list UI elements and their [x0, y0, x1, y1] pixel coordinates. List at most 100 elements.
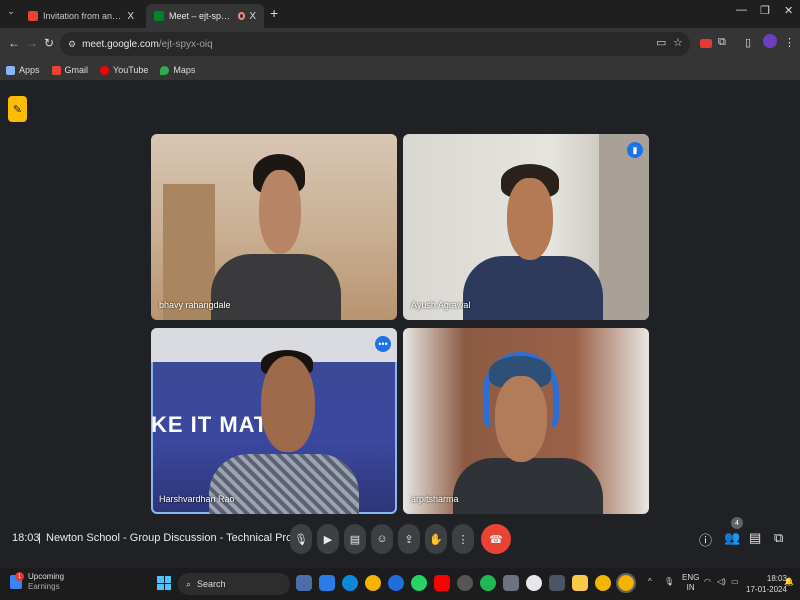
microphone-button[interactable]: 🎙 [290, 524, 312, 554]
new-tab-button[interactable]: + [270, 5, 278, 21]
meeting-notice-icon[interactable]: ✎ [8, 96, 27, 122]
tab-title: Meet – ejt-spyx-oiq [169, 11, 233, 21]
search-icon: ⌕ [186, 578, 192, 589]
browser-tabstrip: ⌄ Invitation from an unknown sen X Meet … [0, 0, 800, 28]
battery-icon[interactable]: ▭ [731, 577, 739, 586]
minimize-icon[interactable]: — [736, 4, 747, 16]
back-icon[interactable]: ← [8, 36, 20, 50]
participant-name: bhavy rahangdale [159, 300, 231, 310]
bookmark-star-icon[interactable]: ☆ [673, 36, 683, 49]
calculator-icon[interactable] [549, 575, 565, 591]
meet-control-bar: 18:03 | Newton School - Group Discussion… [0, 512, 800, 568]
people-icon[interactable]: 👥 [724, 530, 740, 546]
raise-hand-button[interactable]: ✋ [425, 524, 447, 554]
participant-tile[interactable]: bhavy rahangdale [151, 134, 397, 320]
captions-button[interactable]: ▤ [344, 524, 366, 554]
more-options-icon[interactable]: ••• [375, 336, 391, 352]
github-icon[interactable] [457, 575, 473, 591]
camera-button[interactable]: ▶ [317, 524, 339, 554]
maximize-icon[interactable]: ❐ [760, 4, 770, 17]
bookmark-maps[interactable]: Maps [160, 65, 195, 75]
tray-mic-icon[interactable]: 🎙 [664, 577, 674, 586]
meet-stage: ✎ bhavy rahangdale ▮ Ayush Agrawal KE IT… [0, 80, 800, 568]
system-clock[interactable]: 18:03 17-01-2024 [746, 573, 787, 595]
taskview-icon[interactable] [296, 575, 312, 591]
youtube-app-icon[interactable] [434, 575, 450, 591]
url-path: /ejt-spyx-oiq [158, 38, 213, 50]
participant-name: Ayush Agrawal [411, 300, 471, 310]
apps-grid-icon [6, 65, 15, 75]
extensions-puzzle-icon[interactable]: ⧉ [718, 36, 726, 49]
close-window-icon[interactable]: ✕ [784, 4, 793, 17]
end-call-icon: ☎ [489, 533, 503, 546]
browser-toolbar: ← → ↻ ⚙ meet.google.com /ejt-spyx-oiq ▭ … [0, 28, 800, 60]
volume-icon[interactable]: ◁) [717, 577, 726, 586]
reactions-button[interactable]: ☺ [371, 524, 393, 554]
forward-icon[interactable]: → [26, 36, 38, 50]
present-button[interactable]: ⇪ [398, 524, 420, 554]
edge-icon[interactable] [342, 575, 358, 591]
taskbar-search[interactable]: ⌕ Search [178, 573, 290, 595]
profile-avatar[interactable] [763, 34, 777, 48]
reload-icon[interactable]: ↻ [44, 36, 54, 50]
hand-icon: ✋ [429, 533, 443, 546]
address-bar[interactable]: ⚙ meet.google.com /ejt-spyx-oiq [60, 32, 690, 56]
emoji-icon: ☺ [376, 533, 388, 545]
tab-title: Invitation from an unknown sen [43, 11, 123, 21]
tab-gmail[interactable]: Invitation from an unknown sen X [20, 4, 142, 28]
site-info-icon[interactable]: ⚙ [68, 39, 76, 50]
search-label: Search [197, 579, 226, 589]
bookmark-label: Gmail [64, 65, 89, 75]
settings-icon[interactable] [503, 575, 519, 591]
more-options-button[interactable]: ⋮ [452, 524, 474, 554]
close-icon[interactable]: X [245, 11, 256, 22]
file-manager-icon[interactable] [319, 575, 335, 591]
chrome-icon[interactable] [365, 575, 381, 591]
widgets-button[interactable]: 1 Upcoming Earnings [10, 572, 64, 592]
speaking-indicator-icon: ▮ [627, 142, 643, 158]
wifi-icon[interactable]: ◠ [704, 577, 711, 586]
camera-in-use-icon[interactable]: ▭ [656, 36, 666, 49]
language-indicator[interactable]: ENG IN [682, 573, 699, 593]
bookmark-youtube[interactable]: YouTube [100, 65, 148, 75]
chrome-pinned-icon[interactable] [595, 575, 611, 591]
notifications-icon[interactable]: 🔔 [784, 577, 794, 586]
chat-icon[interactable]: ▤ [749, 530, 761, 546]
participant-tile[interactable]: ▮ Ayush Agrawal [403, 134, 649, 320]
spotify-icon[interactable] [480, 575, 496, 591]
language-code: ENG [682, 573, 700, 582]
side-panel-icon[interactable]: ▯ [745, 36, 751, 49]
activities-icon[interactable]: ⧉ [774, 530, 783, 546]
whatsapp-icon[interactable] [411, 575, 427, 591]
menu-kebab-icon[interactable]: ⋮ [784, 36, 795, 49]
present-screen-icon: ⇪ [404, 533, 414, 546]
participant-tile[interactable]: arpitsharma [403, 328, 649, 514]
widget-title: Upcoming [28, 572, 65, 581]
tab-meet[interactable]: Meet – ejt-spyx-oiq X [146, 4, 264, 28]
recording-indicator-icon [238, 12, 246, 20]
tab-search-button[interactable]: ⌄ [4, 6, 18, 20]
gmail-icon [51, 65, 61, 75]
maps-icon [160, 65, 170, 75]
clock-time: 18:03 [766, 574, 787, 583]
leave-call-button[interactable]: ☎ [481, 524, 511, 554]
start-button[interactable] [157, 576, 171, 590]
tray-overflow-icon[interactable]: ^ [648, 577, 652, 586]
participant-name: arpitsharma [411, 494, 459, 504]
bookmark-label: YouTube [113, 65, 149, 75]
more-vert-icon: ⋮ [457, 533, 469, 546]
chrome-active-icon[interactable] [616, 573, 636, 593]
divider: | [38, 532, 41, 544]
captions-icon: ▤ [349, 533, 361, 546]
bookmark-apps[interactable]: Apps [6, 65, 40, 75]
extension-icon[interactable] [700, 39, 712, 48]
folder-icon[interactable] [572, 575, 588, 591]
meeting-info-icon[interactable]: ⓘ [699, 530, 712, 549]
app-c-icon[interactable] [388, 575, 404, 591]
clock-app-icon[interactable] [526, 575, 542, 591]
close-icon[interactable]: X [123, 11, 134, 22]
bookmark-gmail[interactable]: Gmail [51, 65, 89, 75]
bookmark-label: Apps [19, 65, 40, 75]
participant-tile[interactable]: KE IT MATTE ••• Harshvardhan Rao [151, 328, 397, 514]
microphone-icon: 🎙 [294, 533, 308, 546]
